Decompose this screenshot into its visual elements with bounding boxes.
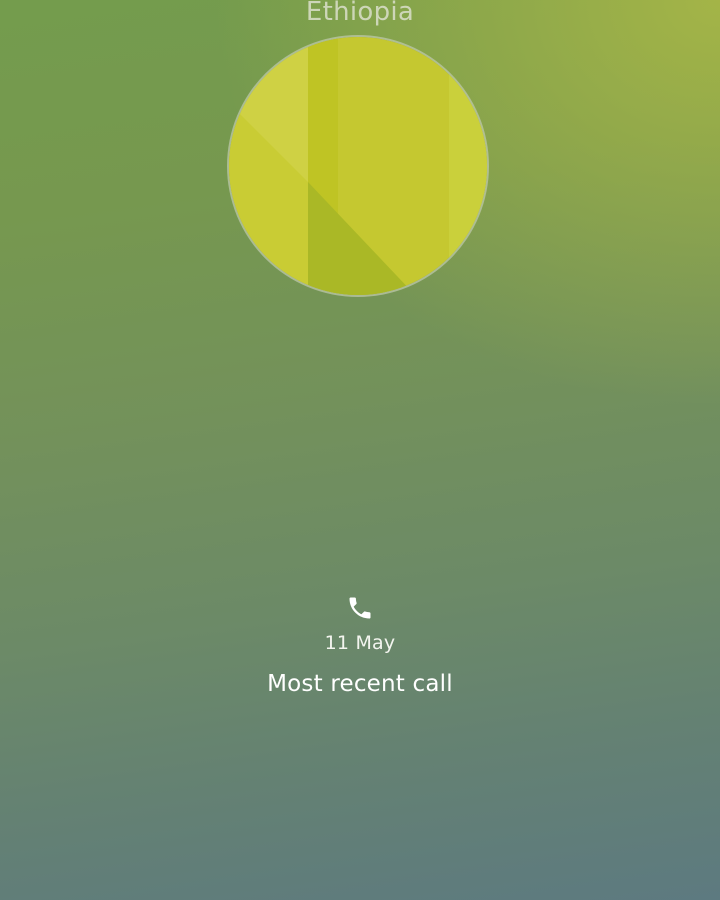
call-info: 11 May Most recent call xyxy=(0,594,720,697)
phone-icon xyxy=(346,594,374,622)
avatar-right-edge xyxy=(449,37,487,295)
last-call-date: 11 May xyxy=(324,632,396,654)
contact-detail-screen: Ethiopia 11 May Most recent call xyxy=(0,0,720,900)
avatar-image xyxy=(229,37,487,295)
contact-avatar[interactable] xyxy=(229,37,487,295)
contact-name: Ethiopia xyxy=(305,0,415,27)
last-call-caption: Most recent call xyxy=(267,671,453,697)
